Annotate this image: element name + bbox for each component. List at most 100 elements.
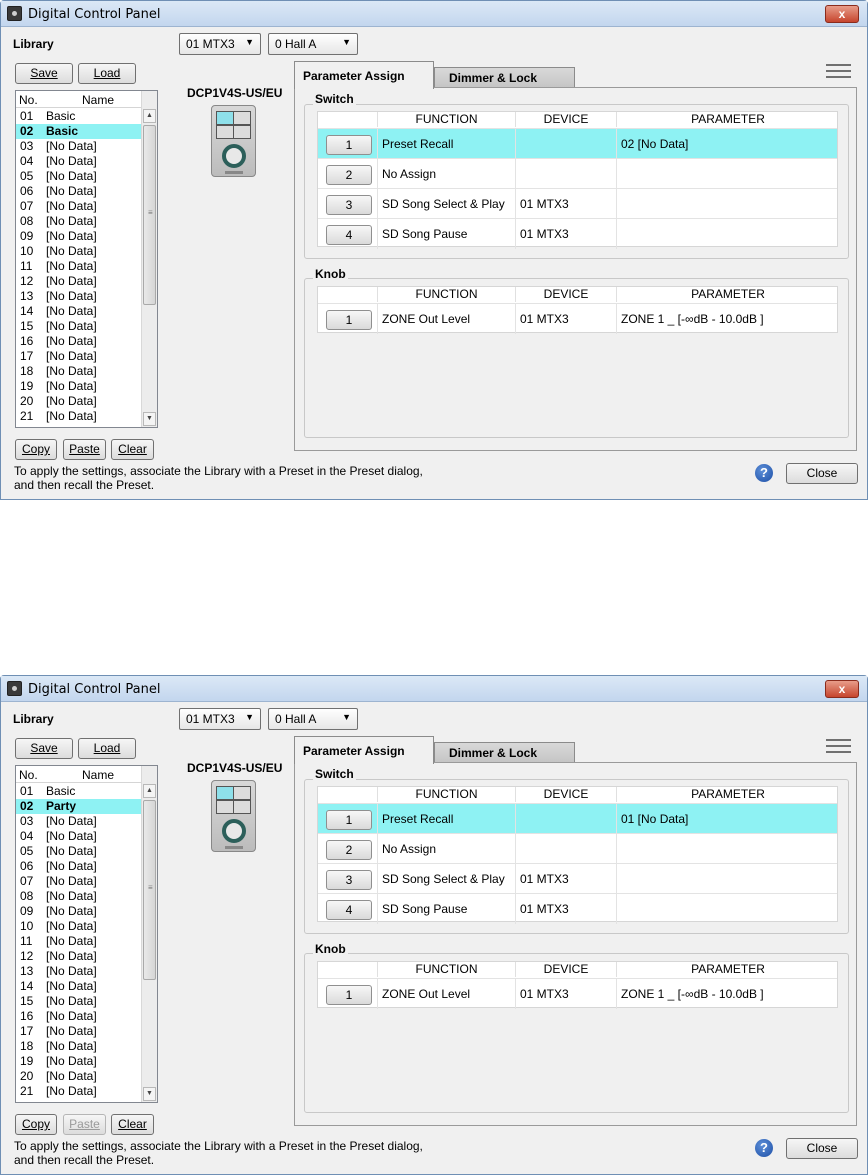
device-cell[interactable]: 01 MTX3 <box>516 864 617 894</box>
device-cell[interactable]: 01 MTX3 <box>516 189 617 219</box>
library-list-item[interactable]: 03 [No Data] <box>16 814 142 829</box>
help-icon[interactable]: ? <box>755 464 773 482</box>
library-list-item[interactable]: 11 [No Data] <box>16 259 142 274</box>
library-list-item[interactable]: 09 [No Data] <box>16 904 142 919</box>
library-list-item[interactable]: 03 [No Data] <box>16 139 142 154</box>
library-list-item[interactable]: 01 Basic <box>16 109 142 124</box>
save-button[interactable]: Save <box>15 63 73 84</box>
library-list-item[interactable]: 05 [No Data] <box>16 169 142 184</box>
library-list-item[interactable]: 10 [No Data] <box>16 244 142 259</box>
library-list-item[interactable]: 16 [No Data] <box>16 1009 142 1024</box>
library-list-item[interactable]: 13 [No Data] <box>16 289 142 304</box>
library-list-item[interactable]: 14 [No Data] <box>16 979 142 994</box>
library-scrollbar[interactable]: ▲ ≡ ▼ <box>141 766 157 1102</box>
library-list-item[interactable]: 20 [No Data] <box>16 1069 142 1084</box>
library-scrollbar[interactable]: ▲ ≡ ▼ <box>141 91 157 427</box>
switch-number-button[interactable]: 4 <box>326 900 372 920</box>
library-list-item[interactable]: 13 [No Data] <box>16 964 142 979</box>
function-cell[interactable]: ZONE Out Level <box>378 979 516 1009</box>
function-cell[interactable]: SD Song Pause <box>378 219 516 249</box>
parameter-cell[interactable] <box>617 189 839 219</box>
device-select[interactable]: 01 MTX3 ▼ <box>179 708 261 730</box>
scroll-up-icon[interactable]: ▲ <box>143 109 156 123</box>
close-button[interactable]: Close <box>786 463 858 484</box>
close-button[interactable]: Close <box>786 1138 858 1159</box>
knob-number-button[interactable]: 1 <box>326 985 372 1005</box>
hamburger-menu-icon[interactable] <box>826 739 851 753</box>
copy-button[interactable]: Copy <box>15 439 57 460</box>
switch-number-button[interactable]: 2 <box>326 165 372 185</box>
library-list-item[interactable]: 12 [No Data] <box>16 274 142 289</box>
library-list-item[interactable]: 10 [No Data] <box>16 919 142 934</box>
parameter-cell[interactable] <box>617 894 839 924</box>
library-list-item[interactable]: 02 Party <box>16 799 142 814</box>
library-list-item[interactable]: 05 [No Data] <box>16 844 142 859</box>
tab-dimmer-lock[interactable]: Dimmer & Lock <box>434 742 575 762</box>
function-cell[interactable]: SD Song Select & Play <box>378 189 516 219</box>
device-cell[interactable]: 01 MTX3 <box>516 979 617 1009</box>
parameter-cell[interactable]: 02 [No Data] <box>617 129 839 159</box>
library-list-item[interactable]: 15 [No Data] <box>16 319 142 334</box>
library-list-item[interactable]: 06 [No Data] <box>16 184 142 199</box>
clear-button[interactable]: Clear <box>111 1114 154 1135</box>
copy-button[interactable]: Copy <box>15 1114 57 1135</box>
parameter-cell[interactable]: ZONE 1 _ [-∞dB - 10.0dB ] <box>617 304 839 334</box>
library-list-item[interactable]: 19 [No Data] <box>16 379 142 394</box>
library-list-item[interactable]: 16 [No Data] <box>16 334 142 349</box>
scroll-thumb[interactable]: ≡ <box>143 800 156 980</box>
tab-parameter-assign[interactable]: Parameter Assign <box>294 61 434 89</box>
library-list-item[interactable]: 21 [No Data] <box>16 409 142 424</box>
scroll-thumb[interactable]: ≡ <box>143 125 156 305</box>
switch-number-button[interactable]: 1 <box>326 810 372 830</box>
device-cell[interactable]: 01 MTX3 <box>516 304 617 334</box>
device-cell[interactable]: 01 MTX3 <box>516 894 617 924</box>
library-list-item[interactable]: 18 [No Data] <box>16 364 142 379</box>
parameter-cell[interactable]: 01 [No Data] <box>617 804 839 834</box>
library-list-item[interactable]: 12 [No Data] <box>16 949 142 964</box>
library-list-item[interactable]: 08 [No Data] <box>16 214 142 229</box>
device-cell[interactable]: 01 MTX3 <box>516 219 617 249</box>
parameter-cell[interactable] <box>617 159 839 189</box>
library-list[interactable]: No. Name 01 Basic 02 Basic 03 [No Data] 04 [No … <box>15 90 158 428</box>
scroll-down-icon[interactable]: ▼ <box>143 412 156 426</box>
device-cell[interactable] <box>516 159 617 189</box>
tab-parameter-assign[interactable]: Parameter Assign <box>294 736 434 764</box>
device-cell[interactable] <box>516 129 617 159</box>
device-cell[interactable] <box>516 834 617 864</box>
device-select[interactable]: 01 MTX3 ▼ <box>179 33 261 55</box>
library-list-item[interactable]: 09 [No Data] <box>16 229 142 244</box>
parameter-cell[interactable] <box>617 219 839 249</box>
library-list-item[interactable]: 04 [No Data] <box>16 154 142 169</box>
function-cell[interactable]: No Assign <box>378 834 516 864</box>
function-cell[interactable]: Preset Recall <box>378 129 516 159</box>
library-list-item[interactable]: 17 [No Data] <box>16 349 142 364</box>
scroll-down-icon[interactable]: ▼ <box>143 1087 156 1101</box>
library-list[interactable]: No. Name 01 Basic 02 Party 03 [No Data] 04 [No … <box>15 765 158 1103</box>
library-list-item[interactable]: 07 [No Data] <box>16 199 142 214</box>
parameter-cell[interactable]: ZONE 1 _ [-∞dB - 10.0dB ] <box>617 979 839 1009</box>
library-list-item[interactable]: 01 Basic <box>16 784 142 799</box>
switch-number-button[interactable]: 3 <box>326 870 372 890</box>
library-list-item[interactable]: 08 [No Data] <box>16 889 142 904</box>
switch-number-button[interactable]: 2 <box>326 840 372 860</box>
paste-button[interactable]: Paste <box>63 439 106 460</box>
switch-number-button[interactable]: 3 <box>326 195 372 215</box>
scroll-up-icon[interactable]: ▲ <box>143 784 156 798</box>
hamburger-menu-icon[interactable] <box>826 64 851 78</box>
window-close-icon[interactable]: x <box>825 5 859 23</box>
library-list-item[interactable]: 06 [No Data] <box>16 859 142 874</box>
preset-select[interactable]: 0 Hall A ▼ <box>268 33 358 55</box>
clear-button[interactable]: Clear <box>111 439 154 460</box>
device-cell[interactable] <box>516 804 617 834</box>
library-list-item[interactable]: 17 [No Data] <box>16 1024 142 1039</box>
switch-number-button[interactable]: 1 <box>326 135 372 155</box>
library-list-item[interactable]: 19 [No Data] <box>16 1054 142 1069</box>
parameter-cell[interactable] <box>617 864 839 894</box>
library-list-item[interactable]: 11 [No Data] <box>16 934 142 949</box>
library-list-item[interactable]: 14 [No Data] <box>16 304 142 319</box>
save-button[interactable]: Save <box>15 738 73 759</box>
function-cell[interactable]: SD Song Pause <box>378 894 516 924</box>
function-cell[interactable]: ZONE Out Level <box>378 304 516 334</box>
library-list-item[interactable]: 18 [No Data] <box>16 1039 142 1054</box>
tab-dimmer-lock[interactable]: Dimmer & Lock <box>434 67 575 87</box>
